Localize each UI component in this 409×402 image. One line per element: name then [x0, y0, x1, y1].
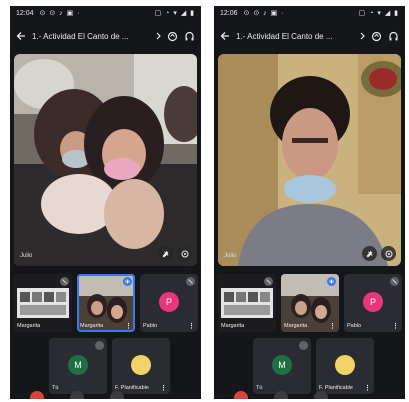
- tile-name: Margarita: [221, 323, 245, 329]
- meeting-app-bar: 1.- Actividad El Canto de ...: [10, 21, 201, 51]
- more-options-icon[interactable]: ⋮: [364, 384, 371, 392]
- muted-mic-icon: [390, 277, 399, 286]
- switch-camera-icon[interactable]: [167, 31, 178, 42]
- fullscreen-icon[interactable]: [177, 246, 192, 261]
- tile-name: Margarita: [17, 323, 41, 329]
- pin-icon[interactable]: [362, 246, 377, 261]
- more-options-icon[interactable]: ⋮: [188, 322, 195, 330]
- participant-tile-pablo[interactable]: P Pablo ⋮: [140, 274, 198, 332]
- main-participant-video[interactable]: Julio: [218, 54, 401, 266]
- meeting-title[interactable]: 1.- Actividad El Canto de ...: [236, 32, 354, 41]
- status-app-icons: ⊙ ⊙ ♪ ▣ ·: [243, 10, 285, 17]
- left-phone-screen: 12:04 ⊙ ⊙ ♪ ▣ · ▢ ◔ ▾ ◢ ▮ 1.- Actividad …: [10, 6, 201, 399]
- participant-tile-self[interactable]: M Tú: [49, 338, 107, 394]
- tile-name: Tú: [52, 385, 59, 391]
- control-button[interactable]: [314, 391, 328, 399]
- main-participant-video[interactable]: Julio: [14, 54, 197, 266]
- right-phone-screen: 12:06 ⊙ ⊙ ♪ ▣ · ▢ ◔ ▾ ◢ ▮ 1.- Actividad …: [214, 6, 405, 399]
- avatar: M: [272, 355, 292, 375]
- tile-name: Pablo: [347, 323, 362, 329]
- tile-name: Pablo: [143, 323, 158, 329]
- muted-mic-icon: [299, 341, 308, 350]
- status-bar: 12:06 ⊙ ⊙ ♪ ▣ · ▢ ◔ ▾ ◢ ▮: [214, 6, 405, 20]
- control-button[interactable]: [274, 391, 288, 399]
- more-options-icon[interactable]: ⋮: [160, 384, 167, 392]
- tile-name: Tú: [256, 385, 263, 391]
- more-options-icon[interactable]: ⋮: [392, 322, 399, 330]
- status-time: 12:04: [16, 9, 34, 17]
- chevron-right-icon[interactable]: [360, 32, 365, 40]
- status-bar: 12:04 ⊙ ⊙ ♪ ▣ · ▢ ◔ ▾ ◢ ▮: [10, 6, 201, 20]
- avatar: P: [159, 292, 179, 312]
- main-video-name-label: Julio: [224, 253, 237, 259]
- avatar: P: [363, 292, 383, 312]
- participant-tile-f-planificable[interactable]: F. Planificable ⋮: [316, 338, 374, 394]
- participant-tile-screenshare[interactable]: Margarita: [14, 274, 72, 332]
- control-button[interactable]: [110, 391, 124, 399]
- participant-tile-screenshare[interactable]: Margarita: [218, 274, 276, 332]
- participant-tile-f-planificable[interactable]: F. Planificable ⋮: [112, 338, 170, 394]
- status-system-icons: ▢ ◔ ▾ ◢ ▮: [358, 10, 399, 17]
- meeting-title[interactable]: 1.- Actividad El Canto de ...: [32, 32, 150, 41]
- pin-icon[interactable]: [158, 246, 173, 261]
- participant-tile-self[interactable]: M Tú: [253, 338, 311, 394]
- avatar: [335, 355, 355, 375]
- status-system-icons: ▢ ◔ ▾ ◢ ▮: [154, 10, 195, 17]
- end-call-button[interactable]: [30, 391, 44, 399]
- tile-name: F. Planificable: [319, 385, 353, 391]
- back-arrow-icon[interactable]: [220, 31, 230, 41]
- muted-mic-icon: [186, 277, 195, 286]
- back-arrow-icon[interactable]: [16, 31, 26, 41]
- speaking-indicator-icon: [327, 277, 336, 286]
- tile-name: Margarita: [284, 323, 308, 329]
- status-time: 12:06: [220, 9, 238, 17]
- fullscreen-icon[interactable]: [381, 246, 396, 261]
- video-frame-children: [14, 54, 197, 266]
- participant-tile-active-speaker[interactable]: Margarita ⋮: [77, 274, 135, 332]
- more-options-icon[interactable]: ⋮: [125, 322, 132, 330]
- muted-mic-icon: [95, 341, 104, 350]
- audio-output-icon[interactable]: [388, 31, 399, 42]
- main-video-name-label: Julio: [20, 253, 33, 259]
- muted-mic-icon: [60, 277, 69, 286]
- speaking-indicator-icon: [123, 277, 132, 286]
- tile-name: F. Planificable: [115, 385, 149, 391]
- meeting-app-bar: 1.- Actividad El Canto de ...: [214, 21, 405, 51]
- muted-mic-icon: [264, 277, 273, 286]
- avatar: [131, 355, 151, 375]
- avatar: M: [68, 355, 88, 375]
- tile-name: Margarita: [80, 323, 104, 329]
- control-button[interactable]: [70, 391, 84, 399]
- participant-tile-margarita[interactable]: Margarita ⋮: [281, 274, 339, 332]
- participant-tile-pablo[interactable]: P Pablo ⋮: [344, 274, 402, 332]
- status-app-icons: ⊙ ⊙ ♪ ▣ ·: [39, 10, 81, 17]
- more-options-icon[interactable]: ⋮: [329, 322, 336, 330]
- end-call-button[interactable]: [234, 391, 248, 399]
- audio-output-icon[interactable]: [184, 31, 195, 42]
- switch-camera-icon[interactable]: [371, 31, 382, 42]
- chevron-right-icon[interactable]: [156, 32, 161, 40]
- video-frame-young-man: [218, 54, 401, 266]
